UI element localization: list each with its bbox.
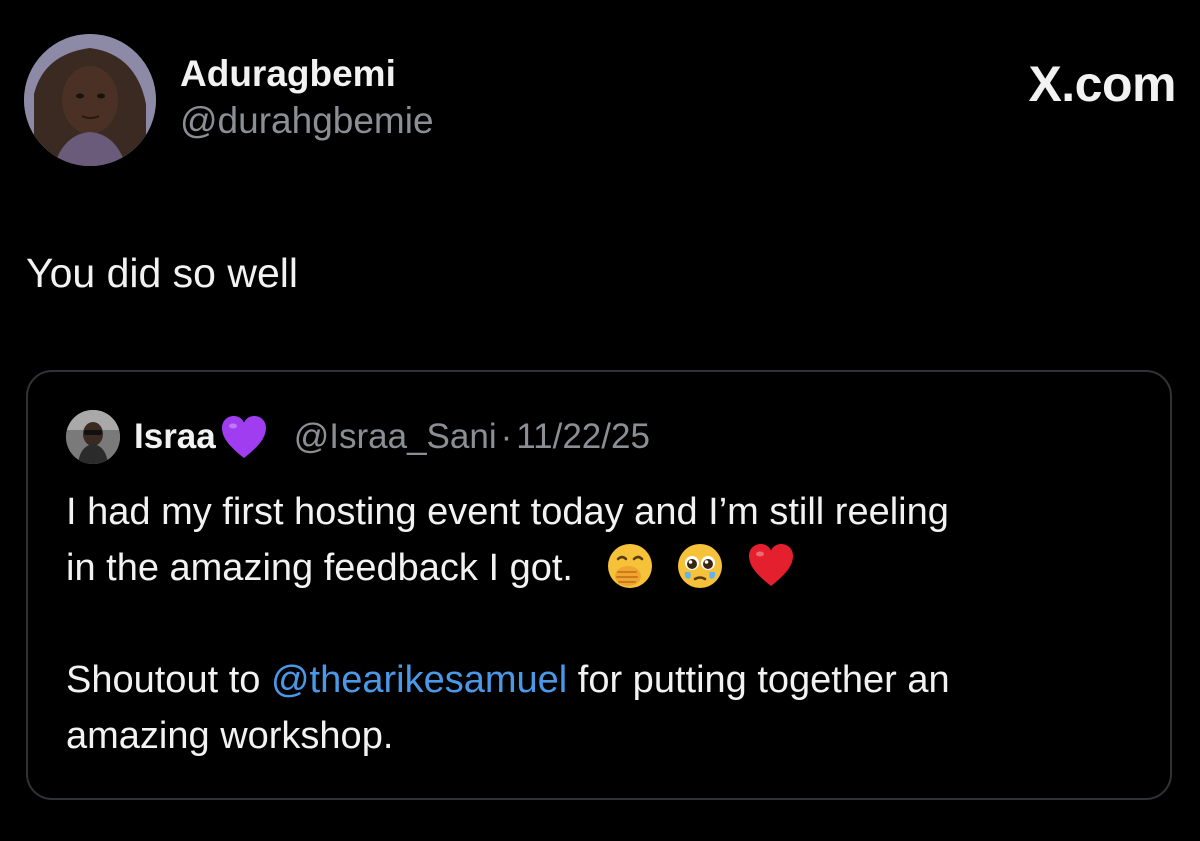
meta-separator: ·: [500, 417, 513, 456]
red-heart-icon: [748, 544, 793, 586]
quoted-text-line: Shoutout to @thearikesamuel for putting …: [66, 652, 1146, 708]
brand-watermark: X.com: [1028, 56, 1176, 112]
quoted-post-header: Israa @Israa_Sani · 11/22/25: [66, 410, 650, 464]
quoted-text-line: amazing workshop.: [66, 715, 394, 757]
quoted-text-segment: for putting together an: [577, 659, 950, 701]
quoted-text-line: I had my first hosting event today and I…: [66, 491, 949, 533]
author-name[interactable]: Aduragbemi: [180, 52, 434, 96]
author-info: Aduragbemi @durahgbemie: [180, 52, 434, 146]
quoted-author-handle[interactable]: @Israa_Sani: [294, 417, 497, 457]
purple-heart-icon: [221, 416, 266, 458]
mention-link[interactable]: @thearikesamuel: [271, 659, 567, 701]
quoted-text-segment: in the amazing feedback I got.: [66, 547, 573, 589]
face-with-hand-over-mouth-icon: [607, 544, 652, 588]
quoted-post-card[interactable]: Israa @Israa_Sani · 11/22/25 I had my fi…: [26, 370, 1172, 800]
quoted-post-text: I had my first hosting event today and I…: [66, 484, 1146, 764]
author-handle[interactable]: @durahgbemie: [180, 96, 434, 146]
pleading-face-icon: [678, 544, 723, 588]
quoted-author-name[interactable]: Israa: [134, 417, 216, 457]
post-text: You did so well: [26, 250, 299, 296]
quoted-author-avatar[interactable]: [66, 410, 120, 464]
post-header: Aduragbemi @durahgbemie X.com: [24, 34, 1176, 168]
quoted-text-segment: Shoutout to: [66, 659, 261, 701]
quoted-text-line: in the amazing feedback I got.: [66, 540, 1146, 596]
quoted-avatar-photo: [66, 410, 120, 464]
avatar-photo: [24, 34, 156, 166]
quoted-post-date[interactable]: 11/22/25: [516, 417, 650, 457]
author-avatar[interactable]: [24, 34, 156, 166]
